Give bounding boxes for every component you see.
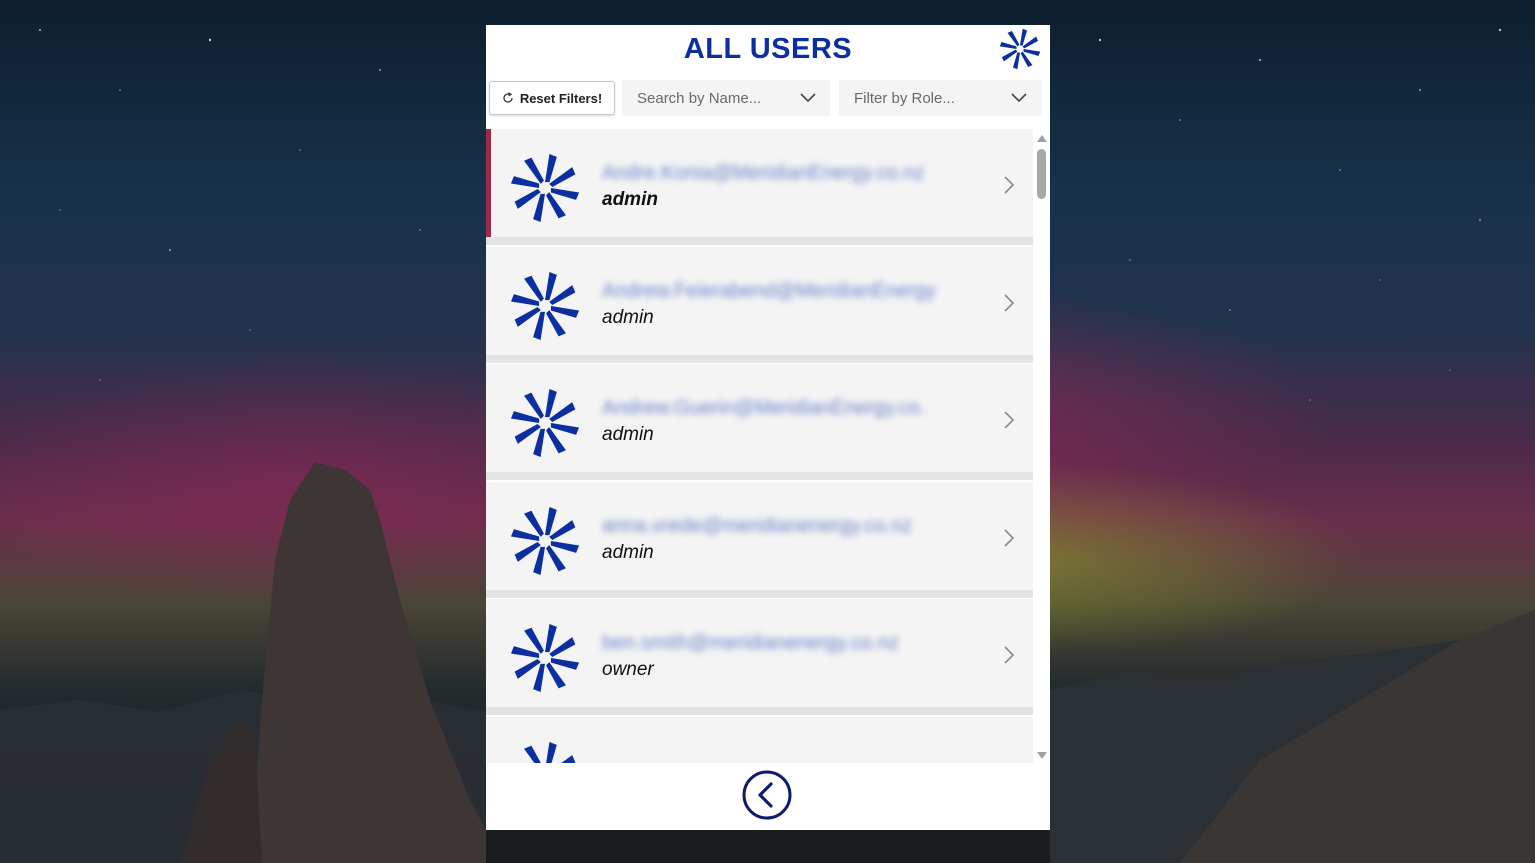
user-role: owner bbox=[602, 659, 654, 680]
user-email: ben.smith@meridianenergy.co.nz bbox=[602, 632, 899, 654]
user-role: admin bbox=[602, 189, 658, 210]
user-role: admin bbox=[602, 307, 654, 328]
header: ALL USERS bbox=[486, 25, 1050, 75]
back-arrow-circle-icon[interactable] bbox=[742, 770, 792, 820]
chevron-right-icon[interactable] bbox=[1003, 528, 1015, 548]
reset-filters-label: Reset Filters! bbox=[519, 90, 603, 106]
user-role: admin bbox=[602, 542, 654, 563]
filter-bar: Reset Filters! Search by Name... Filter … bbox=[486, 80, 1050, 118]
user-list-item[interactable]: Andrew.Guerin@MeridianEnergy.co. admin bbox=[486, 364, 1033, 480]
user-list-item[interactable] bbox=[486, 717, 1033, 763]
scroll-thumb[interactable] bbox=[1037, 149, 1046, 199]
user-list-item[interactable]: anna.vrede@meridianenergy.co.nz admin bbox=[486, 482, 1033, 598]
user-list-item[interactable]: Andre.Konia@MeridianEnergy.co.nz admin bbox=[486, 129, 1033, 245]
user-avatar-pinwheel-icon bbox=[510, 506, 580, 576]
user-email: Andrew.Feierabend@MeridianEnergy bbox=[602, 280, 936, 302]
user-list-item[interactable]: Andrew.Feierabend@MeridianEnergy admin bbox=[486, 247, 1033, 363]
user-list: Andre.Konia@MeridianEnergy.co.nz admin And… bbox=[486, 129, 1033, 763]
user-list-item[interactable]: ben.smith@meridianenergy.co.nz owner bbox=[486, 599, 1033, 715]
user-role: admin bbox=[602, 424, 654, 445]
chevron-right-icon[interactable] bbox=[1003, 645, 1015, 665]
user-avatar-pinwheel-icon bbox=[510, 271, 580, 341]
chevron-down-icon bbox=[800, 93, 816, 103]
chevron-right-icon[interactable] bbox=[1003, 175, 1015, 195]
user-avatar-pinwheel-icon bbox=[510, 153, 580, 223]
user-email: Andrew.Guerin@MeridianEnergy.co. bbox=[602, 397, 926, 419]
refresh-icon bbox=[503, 92, 513, 103]
users-panel: ALL USERS Reset Filters! Search by Name.… bbox=[486, 25, 1050, 830]
scroll-up-arrow-icon[interactable] bbox=[1037, 135, 1047, 142]
scrollbar[interactable] bbox=[1033, 129, 1050, 763]
reset-filters-button[interactable]: Reset Filters! bbox=[489, 81, 615, 115]
scroll-down-arrow-icon[interactable] bbox=[1037, 752, 1047, 759]
chevron-down-icon bbox=[1011, 93, 1027, 103]
footer bbox=[486, 763, 1050, 830]
user-email: anna.vrede@meridianenergy.co.nz bbox=[602, 515, 913, 537]
user-avatar-pinwheel-icon bbox=[510, 623, 580, 693]
role-placeholder: Filter by Role... bbox=[854, 89, 955, 107]
chevron-right-icon[interactable] bbox=[1003, 293, 1015, 313]
search-placeholder: Search by Name... bbox=[637, 89, 762, 107]
page-title: ALL USERS bbox=[683, 33, 853, 65]
user-avatar-pinwheel-icon bbox=[524, 741, 576, 763]
user-avatar-pinwheel-icon bbox=[510, 388, 580, 458]
meridian-pinwheel-icon bbox=[999, 28, 1041, 70]
filter-by-role-dropdown[interactable]: Filter by Role... bbox=[839, 80, 1041, 116]
chevron-right-icon[interactable] bbox=[1003, 410, 1015, 430]
search-by-name-dropdown[interactable]: Search by Name... bbox=[622, 80, 830, 116]
user-email: Andre.Konia@MeridianEnergy.co.nz bbox=[602, 162, 925, 184]
